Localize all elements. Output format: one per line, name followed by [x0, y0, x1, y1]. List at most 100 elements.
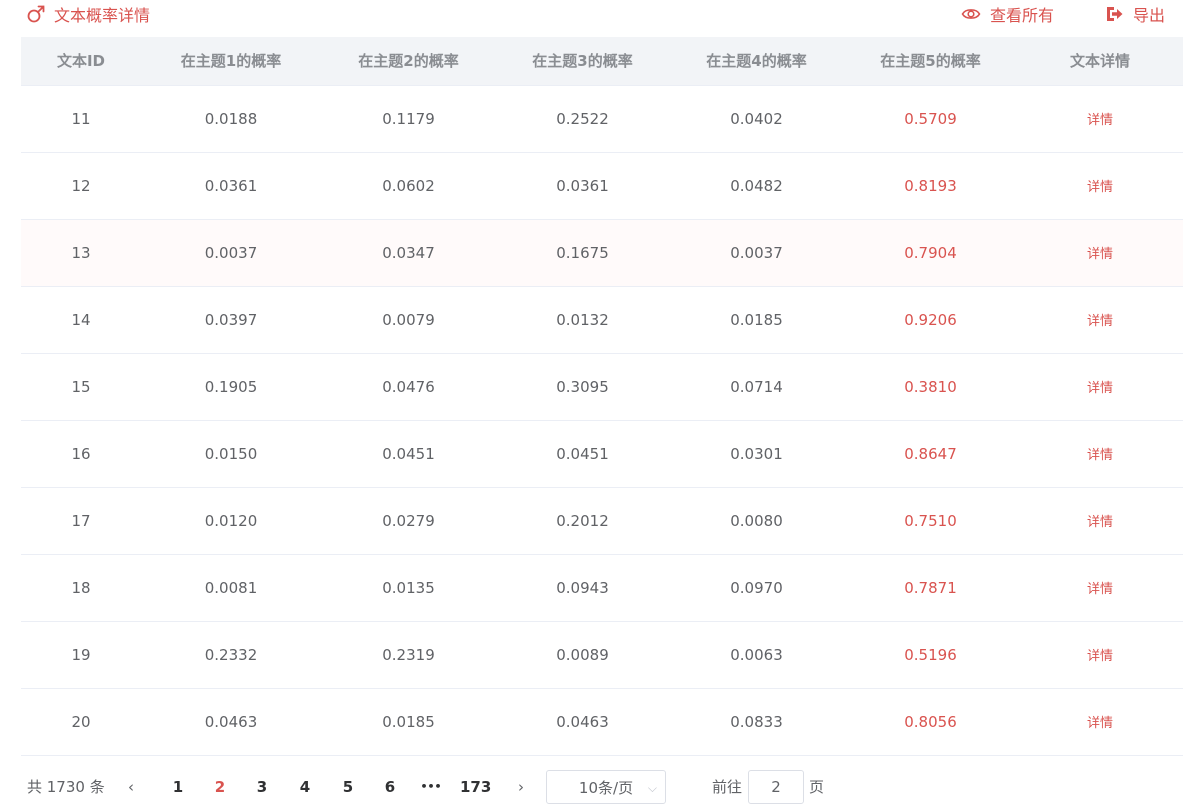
cell-topic-1: 0.2332: [141, 621, 321, 689]
cell-topic-2: 0.2319: [321, 621, 496, 689]
column-header-topic-3: 在主题3的概率: [496, 37, 669, 86]
cell-topic-5: 0.9206: [844, 286, 1017, 354]
table-row: 19 0.2332 0.2319 0.0089 0.0063 0.5196 详情: [21, 621, 1183, 689]
cell-detail: 详情: [1017, 85, 1183, 153]
cell-topic-5: 0.8056: [844, 688, 1017, 756]
cell-topic-2: 0.0451: [321, 420, 496, 488]
page-size-value: 10条/页: [578, 779, 634, 797]
cell-topic-2: 0.0347: [321, 219, 496, 287]
cell-topic-4: 0.0402: [669, 85, 844, 153]
cell-topic-4: 0.0482: [669, 152, 844, 220]
cell-detail: 详情: [1017, 688, 1183, 756]
cell-topic-5: 0.8193: [844, 152, 1017, 220]
table-row: 14 0.0397 0.0079 0.0132 0.0185 0.9206 详情: [21, 286, 1183, 354]
probability-table-container: 文本ID 在主题1的概率 在主题2的概率 在主题3的概率 在主题4的概率 在主题…: [21, 37, 1183, 756]
detail-link[interactable]: 详情: [1087, 582, 1113, 597]
cell-topic-4: 0.0037: [669, 219, 844, 287]
cell-topic-2: 0.0079: [321, 286, 496, 354]
cell-topic-1: 0.0150: [141, 420, 321, 488]
cell-topic-3: 0.0361: [496, 152, 669, 220]
cell-topic-2: 0.0135: [321, 554, 496, 622]
page-2-current[interactable]: 2: [209, 770, 231, 804]
table-row: 20 0.0463 0.0185 0.0463 0.0833 0.8056 详情: [21, 688, 1183, 756]
cell-text-id: 17: [21, 487, 141, 555]
cell-detail: 详情: [1017, 286, 1183, 354]
cell-topic-2: 0.0476: [321, 353, 496, 421]
cell-detail: 详情: [1017, 219, 1183, 287]
cell-detail: 详情: [1017, 353, 1183, 421]
cell-topic-2: 0.0602: [321, 152, 496, 220]
goto-suffix: 页: [809, 778, 825, 796]
total-count: 共 1730 条: [27, 778, 105, 796]
cell-topic-5: 0.7904: [844, 219, 1017, 287]
cell-topic-4: 0.0063: [669, 621, 844, 689]
table-row: 17 0.0120 0.0279 0.2012 0.0080 0.7510 详情: [21, 487, 1183, 555]
cell-topic-5: 0.3810: [844, 353, 1017, 421]
cell-topic-1: 0.0037: [141, 219, 321, 287]
cell-topic-1: 0.0361: [141, 152, 321, 220]
cell-topic-1: 0.0120: [141, 487, 321, 555]
page-4[interactable]: 4: [294, 770, 316, 804]
cell-text-id: 16: [21, 420, 141, 488]
column-header-detail: 文本详情: [1017, 37, 1183, 86]
sign-out-icon: [1104, 4, 1124, 24]
cell-topic-3: 0.2522: [496, 85, 669, 153]
detail-link[interactable]: 详情: [1087, 515, 1113, 530]
table-header-row: 文本ID 在主题1的概率 在主题2的概率 在主题3的概率 在主题4的概率 在主题…: [21, 37, 1183, 86]
detail-link[interactable]: 详情: [1087, 113, 1113, 128]
chevron-down-icon: ⌵: [647, 781, 657, 795]
page-size-select[interactable]: 10条/页 ⌵: [546, 770, 666, 804]
detail-link[interactable]: 详情: [1087, 314, 1113, 329]
detail-link[interactable]: 详情: [1087, 180, 1113, 195]
cell-text-id: 15: [21, 353, 141, 421]
cell-topic-5: 0.5196: [844, 621, 1017, 689]
table-row: 12 0.0361 0.0602 0.0361 0.0482 0.8193 详情: [21, 152, 1183, 220]
cell-topic-1: 0.1905: [141, 353, 321, 421]
cell-text-id: 14: [21, 286, 141, 354]
page-5[interactable]: 5: [337, 770, 359, 804]
eye-icon: [961, 4, 981, 24]
cell-detail: 详情: [1017, 487, 1183, 555]
cell-topic-3: 0.2012: [496, 487, 669, 555]
header-actions: 查看所有 导出: [961, 2, 1165, 26]
column-header-topic-1: 在主题1的概率: [141, 37, 321, 86]
more-pages-ellipsis[interactable]: •••: [420, 770, 442, 804]
export-button[interactable]: 导出: [1104, 2, 1165, 26]
panel-title: 文本概率详情: [26, 2, 150, 26]
table-row: 15 0.1905 0.0476 0.3095 0.0714 0.3810 详情: [21, 353, 1183, 421]
detail-link[interactable]: 详情: [1087, 381, 1113, 396]
goto-page-input[interactable]: [748, 770, 804, 804]
cell-topic-2: 0.0279: [321, 487, 496, 555]
detail-link[interactable]: 详情: [1087, 448, 1113, 463]
table-row: 18 0.0081 0.0135 0.0943 0.0970 0.7871 详情: [21, 554, 1183, 622]
cell-topic-4: 0.0080: [669, 487, 844, 555]
page-3[interactable]: 3: [251, 770, 273, 804]
detail-link[interactable]: 详情: [1087, 716, 1113, 731]
cell-topic-1: 0.0463: [141, 688, 321, 756]
detail-link[interactable]: 详情: [1087, 649, 1113, 664]
view-all-button[interactable]: 查看所有: [961, 2, 1054, 26]
next-page-button[interactable]: ›: [511, 770, 531, 804]
page-6[interactable]: 6: [379, 770, 401, 804]
table-row: 13 0.0037 0.0347 0.1675 0.0037 0.7904 详情: [21, 219, 1183, 287]
pagination: 共 1730 条 ‹ 1 2 3 4 5 6 ••• 173 › 10条/页 ⌵…: [0, 770, 1183, 806]
column-header-text-id: 文本ID: [21, 37, 141, 86]
cell-topic-3: 0.3095: [496, 353, 669, 421]
table-row: 11 0.0188 0.1179 0.2522 0.0402 0.5709 详情: [21, 85, 1183, 153]
male-symbol-icon: [26, 4, 46, 24]
cell-topic-3: 0.0132: [496, 286, 669, 354]
prev-page-button[interactable]: ‹: [121, 770, 141, 804]
detail-link[interactable]: 详情: [1087, 247, 1113, 262]
cell-topic-4: 0.0301: [669, 420, 844, 488]
page-1[interactable]: 1: [167, 770, 189, 804]
cell-topic-3: 0.0089: [496, 621, 669, 689]
cell-detail: 详情: [1017, 621, 1183, 689]
column-header-topic-2: 在主题2的概率: [321, 37, 496, 86]
cell-detail: 详情: [1017, 152, 1183, 220]
cell-topic-2: 0.1179: [321, 85, 496, 153]
panel-title-text: 文本概率详情: [54, 6, 151, 25]
cell-topic-2: 0.0185: [321, 688, 496, 756]
cell-topic-3: 0.0463: [496, 688, 669, 756]
view-all-label: 查看所有: [989, 6, 1054, 25]
page-173[interactable]: 173: [460, 770, 491, 804]
